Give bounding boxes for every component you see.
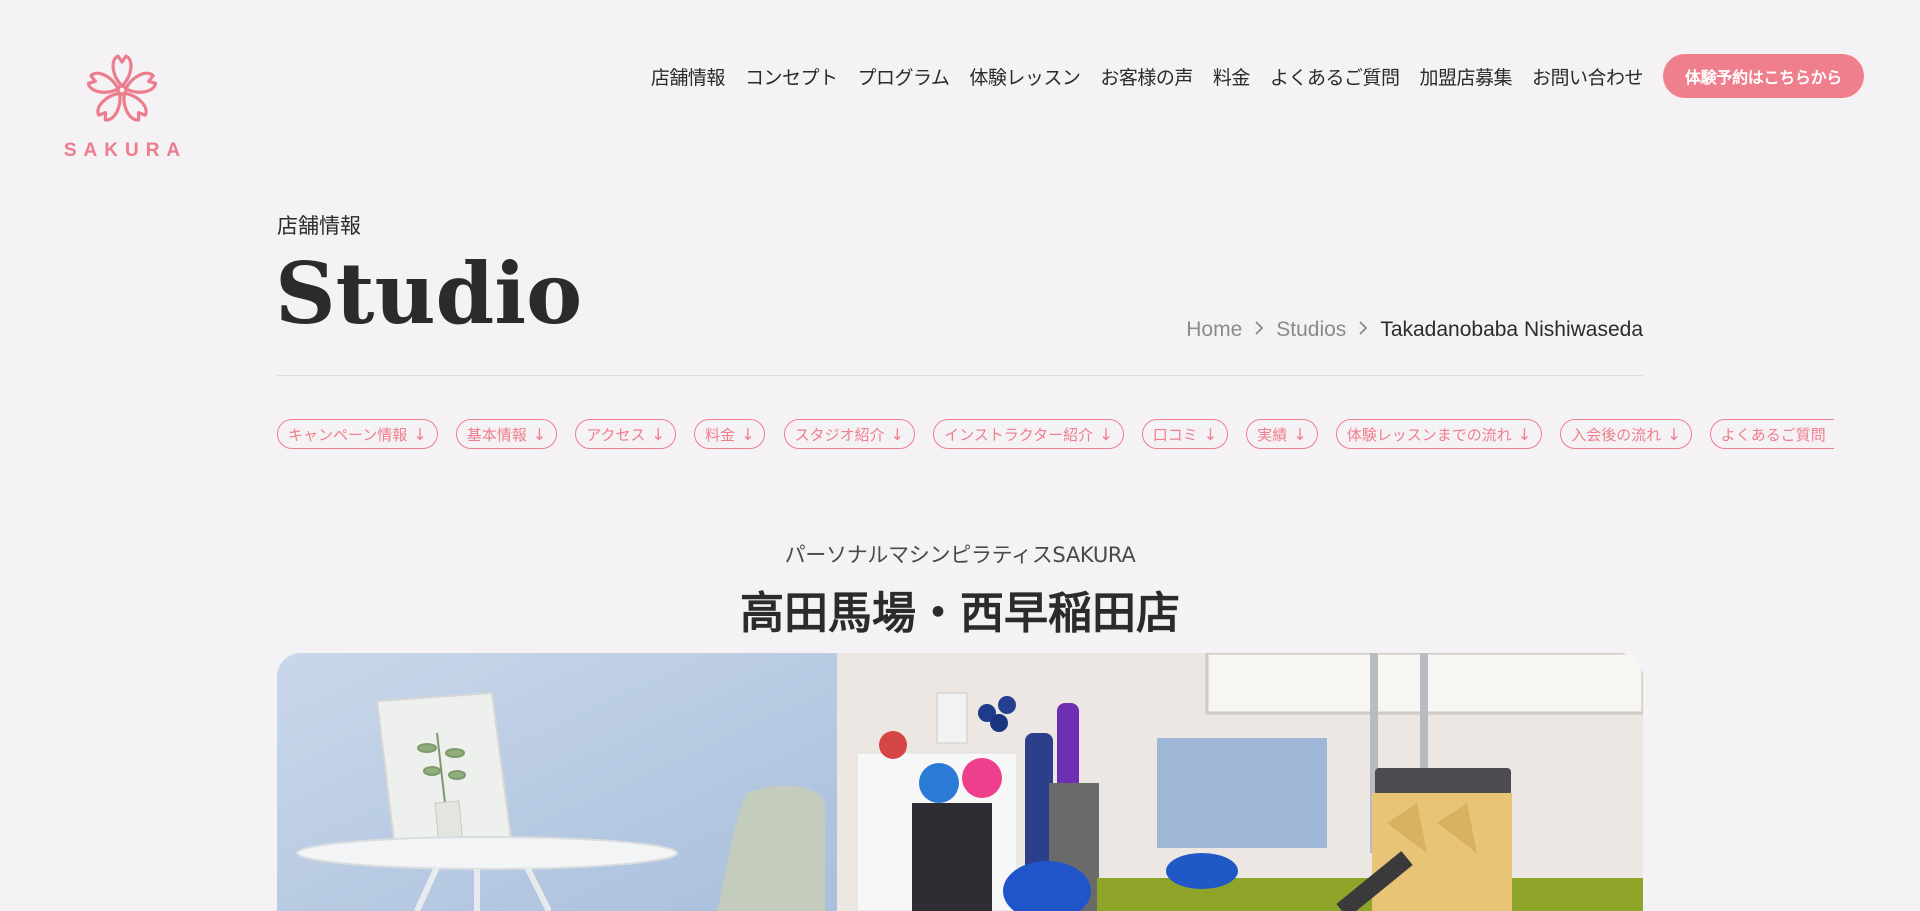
breadcrumb-home[interactable]: Home — [1186, 318, 1242, 342]
studio-name: 高田馬場・西早稲田店 — [740, 588, 1180, 639]
arrow-down-icon: ↓ — [1099, 424, 1113, 444]
anchor-pricing[interactable]: 料金 ↓ — [694, 419, 766, 449]
anchor-reviews[interactable]: 口コミ ↓ — [1141, 419, 1229, 449]
arrow-down-icon: ↓ — [1203, 424, 1218, 444]
arrow-down-icon: ↓ — [1667, 424, 1681, 444]
nav-item-testimonials[interactable]: お客様の声 — [1100, 63, 1193, 90]
chevron-right-icon — [1254, 319, 1264, 342]
studio-photo — [277, 653, 1643, 911]
arrow-down-icon: ↓ — [1517, 424, 1532, 444]
anchor-access[interactable]: アクセス ↓ — [575, 419, 676, 449]
nav-item-contact[interactable]: お問い合わせ — [1532, 63, 1644, 90]
arrow-down-icon: ↓ — [890, 424, 904, 444]
arrow-down-icon: ↓ — [651, 424, 665, 444]
page-eyebrow: 店舗情報 — [277, 214, 361, 238]
arrow-down-icon: ↓ — [1832, 425, 1834, 444]
anchor-studio-intro[interactable]: スタジオ紹介 ↓ — [783, 419, 915, 449]
nav-item-program[interactable]: プログラム — [857, 63, 949, 90]
nav-item-store-info[interactable]: 店舗情報 — [651, 63, 726, 90]
nav-item-pricing[interactable]: 料金 — [1213, 63, 1251, 90]
anchor-link-list: キャンペーン情報 ↓ 基本情報 ↓ アクセス ↓ 料金 ↓ スタジオ紹介 ↓ インストラク… — [277, 419, 1834, 449]
nav-item-trial-lesson[interactable]: 体験レッスン — [969, 63, 1081, 90]
sakura-flower-icon — [86, 54, 158, 122]
chevron-right-icon — [1358, 319, 1368, 342]
nav-item-franchise[interactable]: 加盟店募集 — [1419, 63, 1512, 90]
anchor-trial-flow[interactable]: 体験レッスンまでの流れ ↓ — [1335, 419, 1543, 449]
anchor-faq[interactable]: よくあるご質問↓ — [1709, 419, 1834, 449]
anchor-after-join[interactable]: 入会後の流れ ↓ — [1560, 419, 1692, 449]
studio-subtitle: パーソナルマシンピラティスSAKURA — [784, 543, 1136, 567]
breadcrumb-current: Takadanobaba Nishiwaseda — [1380, 318, 1643, 341]
arrow-down-icon: ↓ — [413, 424, 427, 444]
anchor-instructors[interactable]: インストラクター紹介 ↓ — [933, 419, 1124, 449]
anchor-results[interactable]: 実績 ↓ — [1246, 419, 1318, 449]
breadcrumb-studios[interactable]: Studios — [1276, 318, 1346, 342]
nav-item-faq[interactable]: よくあるご質問 — [1270, 63, 1400, 90]
arrow-down-icon: ↓ — [1293, 424, 1307, 444]
logo-text: SAKURA — [63, 140, 188, 161]
arrow-down-icon: ↓ — [741, 424, 755, 444]
anchor-campaign[interactable]: キャンペーン情報 ↓ — [277, 419, 438, 449]
main-nav: 店舗情報 コンセプト プログラム 体験レッスン お客様の声 料金 よくあるご質問… — [651, 54, 1864, 98]
anchor-basic-info[interactable]: 基本情報 ↓ — [455, 419, 558, 449]
nav-item-concept[interactable]: コンセプト — [745, 63, 838, 90]
page-title: Studio — [275, 244, 583, 343]
breadcrumb: Home Studios Takadanobaba Nishiwaseda — [1186, 318, 1643, 342]
title-divider — [277, 375, 1643, 376]
trial-reservation-button[interactable]: 体験予約はこちらから — [1662, 54, 1864, 98]
logo[interactable]: SAKURA — [52, 52, 192, 162]
arrow-down-icon: ↓ — [532, 424, 547, 444]
